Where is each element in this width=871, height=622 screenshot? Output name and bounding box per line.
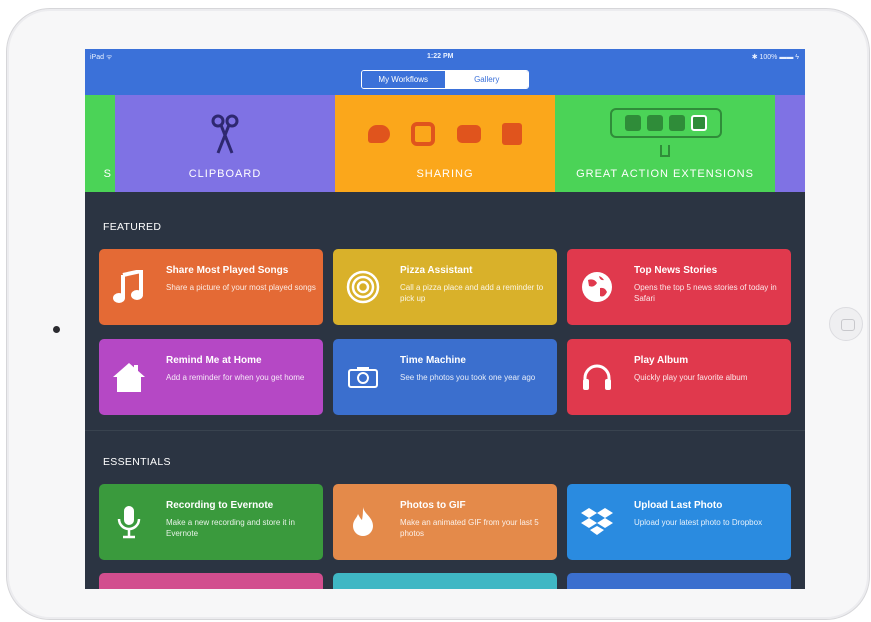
card-title: Share Most Played Songs <box>166 265 289 276</box>
top-bar: iPad ᯤ 1:22 PM ✱ 100% ▬▬ ϟ My Workflows … <box>85 49 805 95</box>
card-title: Top News Stories <box>634 265 718 276</box>
tab-my-workflows[interactable]: My Workflows <box>362 71 446 88</box>
card-title: Remind Me at Home <box>166 355 262 366</box>
view-switcher: My Workflows Gallery <box>361 70 529 89</box>
card-title: Time Machine <box>400 355 466 366</box>
tab-gallery[interactable]: Gallery <box>445 71 528 88</box>
flame-icon <box>345 504 381 540</box>
card-title: Recording to Evernote <box>166 500 274 511</box>
front-camera <box>53 326 60 333</box>
extensions-icon <box>610 108 722 138</box>
essentials-heading: ESSENTIALS <box>103 456 171 468</box>
twitter-icon <box>367 125 390 143</box>
app-screen: iPad ᯤ 1:22 PM ✱ 100% ▬▬ ϟ My Workflows … <box>85 49 805 589</box>
workflow-card[interactable]: Share Most Played Songs Share a picture o… <box>99 249 323 325</box>
section-divider <box>85 430 805 431</box>
dropbox-icon <box>579 504 615 540</box>
category-great-action-extensions[interactable]: GREAT ACTION EXTENSIONS <box>555 95 775 192</box>
music-note-icon <box>111 269 147 305</box>
featured-heading: FEATURED <box>103 221 162 233</box>
card-title: Photos to GIF <box>400 500 466 511</box>
card-description: Make an animated GIF from your last 5 ph… <box>400 518 539 538</box>
card-title: Upload Last Photo <box>634 500 723 511</box>
youtube-icon <box>456 125 481 143</box>
category-partial[interactable]: S <box>85 95 115 192</box>
home-button[interactable] <box>829 307 863 341</box>
workflow-card[interactable]: Remind Me at Home Add a reminder for when… <box>99 339 323 415</box>
device-label: iPad ᯤ <box>90 54 113 61</box>
workflow-card-partial[interactable] <box>567 573 791 589</box>
battery-status: ✱ 100% ▬▬ ϟ <box>751 54 799 61</box>
workflow-card[interactable]: Recording to Evernote Make a new recordin… <box>99 484 323 560</box>
workflow-card[interactable]: Pizza Assistant Call a pizza place and ad… <box>333 249 557 325</box>
microphone-icon <box>111 504 147 540</box>
camera-icon <box>345 359 381 395</box>
card-description: Add a reminder for when you get home <box>166 373 305 382</box>
facebook-icon <box>502 123 523 145</box>
workflow-card[interactable]: Photos to GIF Make an animated GIF from y… <box>333 484 557 560</box>
category-sharing[interactable]: SHARING <box>335 95 555 192</box>
workflow-card[interactable]: Top News Stories Opens the top 5 news sto… <box>567 249 791 325</box>
social-icons <box>357 119 533 149</box>
category-label: SHARING <box>416 168 474 180</box>
workflow-card-partial[interactable] <box>99 573 323 589</box>
card-description: Upload your latest photo to Dropbox <box>634 518 763 527</box>
workflow-card[interactable]: Upload Last Photo Upload your latest phot… <box>567 484 791 560</box>
globe-icon <box>579 269 615 305</box>
card-description: Make a new recording and store it in Eve… <box>166 518 295 538</box>
card-description: Call a pizza place and add a reminder to… <box>400 283 544 303</box>
category-clipboard[interactable]: CLIPBOARD <box>115 95 335 192</box>
card-description: See the photos you took one year ago <box>400 373 536 382</box>
category-label: CLIPBOARD <box>188 168 262 180</box>
category-label: S <box>103 168 112 180</box>
headphones-icon <box>579 359 615 395</box>
scissors-icon <box>211 114 239 154</box>
clock: 1:22 PM <box>427 53 454 60</box>
card-description: Share a picture of your most played song… <box>166 283 316 292</box>
card-title: Pizza Assistant <box>400 265 473 276</box>
workflow-card[interactable]: Play Album Quickly play your favorite alb… <box>567 339 791 415</box>
workflow-card[interactable]: Time Machine See the photos you took one … <box>333 339 557 415</box>
share-icon <box>660 145 670 157</box>
workflow-card-partial[interactable] <box>333 573 557 589</box>
card-description: Quickly play your favorite album <box>634 373 748 382</box>
category-partial-right[interactable] <box>775 95 805 192</box>
category-label: GREAT ACTION EXTENSIONS <box>576 168 754 180</box>
instagram-icon <box>411 122 436 146</box>
card-title: Play Album <box>634 355 689 366</box>
home-icon <box>111 359 147 395</box>
category-carousel[interactable]: S CLIPBOARD SHARING GREAT ACTION EXTENSI… <box>85 95 805 192</box>
card-description: Opens the top 5 news stories of today in… <box>634 283 777 303</box>
target-icon <box>345 269 381 305</box>
